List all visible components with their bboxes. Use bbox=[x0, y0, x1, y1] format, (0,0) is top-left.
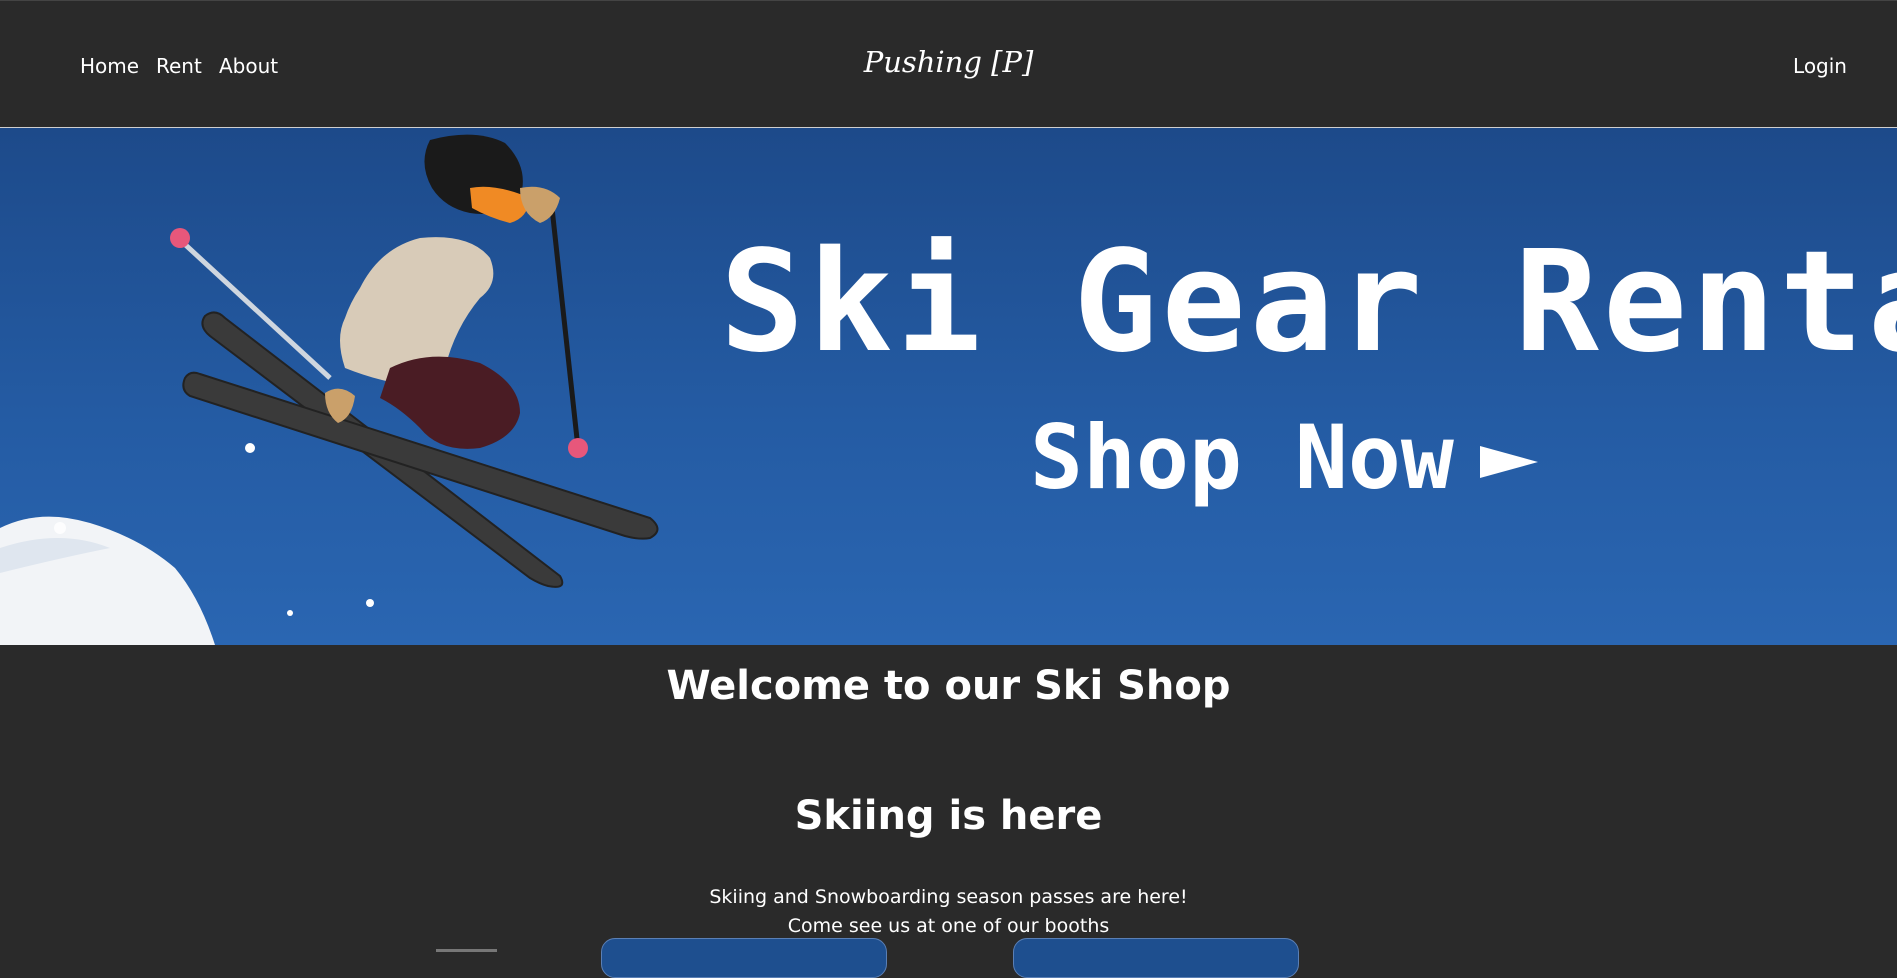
brand-wrapper: Pushing [P] bbox=[0, 44, 1897, 80]
snow-particle bbox=[54, 522, 66, 534]
booth-button-right[interactable] bbox=[1013, 938, 1299, 978]
nav-rent-link[interactable]: Rent bbox=[156, 54, 202, 78]
brand-logo-text[interactable]: Pushing [P] bbox=[864, 45, 1034, 79]
section-text-line2: Come see us at one of our booths bbox=[787, 915, 1110, 937]
shop-now-link[interactable]: Shop Now bbox=[1030, 408, 1454, 508]
snow-mound bbox=[0, 516, 215, 645]
booth-button-left[interactable] bbox=[601, 938, 887, 978]
nav-about-link[interactable]: About bbox=[219, 54, 278, 78]
nav-home-link[interactable]: Home bbox=[80, 54, 139, 78]
hero-banner[interactable]: Ski Gear Rental Shop Now bbox=[0, 128, 1897, 645]
ski-pole-basket-left bbox=[170, 228, 190, 248]
snow-particle bbox=[245, 443, 255, 453]
right-arrow-icon[interactable] bbox=[1480, 446, 1538, 478]
ski-pole-basket-right bbox=[568, 438, 588, 458]
skier-illustration bbox=[0, 134, 659, 645]
hero-title: Ski Gear Rental bbox=[720, 221, 1897, 384]
skier-pants bbox=[380, 356, 520, 449]
welcome-heading: Welcome to our Ski Shop bbox=[666, 663, 1231, 709]
nav-login-link[interactable]: Login bbox=[1793, 54, 1847, 78]
section-text-line1: Skiing and Snowboarding season passes ar… bbox=[709, 886, 1188, 908]
ski-pole-right bbox=[549, 207, 581, 449]
top-navbar: Home Rent About Pushing [P] Login bbox=[0, 0, 1897, 128]
section-heading: Skiing is here bbox=[794, 793, 1103, 839]
snow-particle bbox=[287, 610, 293, 616]
snow-particle bbox=[366, 599, 374, 607]
